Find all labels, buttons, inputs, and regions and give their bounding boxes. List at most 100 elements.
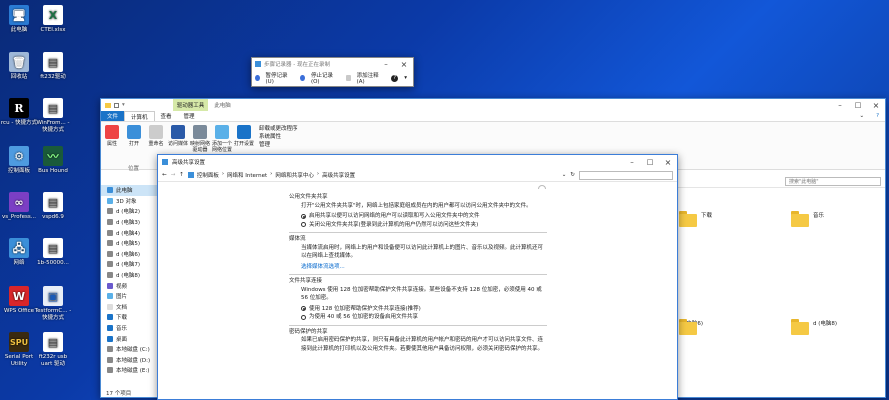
- nav-item-videos[interactable]: 视频: [101, 280, 158, 291]
- file-sharing-section-title: 文件共享连接: [289, 278, 323, 284]
- ribbon-properties-button[interactable]: 属性: [101, 125, 123, 169]
- nav-item-music[interactable]: 音乐: [101, 323, 158, 334]
- back-arrow-icon[interactable]: ←: [162, 172, 167, 178]
- desktop-icon-testformc[interactable]: ▣ TestformC... - 快捷方式: [34, 286, 72, 322]
- button-label: 添加注释(A): [356, 73, 379, 85]
- desktop-icon-ft232[interactable]: ▤ ft232驱动: [34, 52, 72, 81]
- folder-item-downloads[interactable]: 下载: [679, 211, 712, 227]
- ribbon-collapse-icon[interactable]: ⌄: [853, 113, 870, 119]
- tab-computer[interactable]: 计算机: [124, 111, 155, 121]
- desktop-icon-wps[interactable]: W WPS Office: [0, 286, 38, 315]
- desktop-icon-winfrom[interactable]: ▤ WinFrom... - 快捷方式: [34, 98, 72, 134]
- desktop-icon-vspd[interactable]: ▤ vspd6.9: [34, 192, 72, 221]
- tab-view[interactable]: 查看: [155, 112, 178, 120]
- desktop-icon-control-panel[interactable]: ⚙ 控制面板: [0, 146, 38, 175]
- nav-item-network-drive[interactable]: d (电脑8): [101, 270, 158, 281]
- breadcrumb-sharing-center[interactable]: 网络和共享中心: [275, 171, 314, 179]
- search-input[interactable]: [579, 170, 673, 180]
- desktop-icon-recycle-bin[interactable]: 🗑 回收站: [0, 52, 38, 81]
- maximize-button[interactable]: □: [849, 99, 867, 111]
- radio-unselected-icon: [301, 222, 306, 228]
- nav-item-downloads[interactable]: 下载: [101, 312, 158, 323]
- encryption-40-56-radio[interactable]: 为使用 40 或 56 位加密的设备启用文件共享: [289, 313, 547, 322]
- nav-item-network-drive[interactable]: d (电脑3): [101, 217, 158, 228]
- desktop-icon-ft232r[interactable]: ▤ ft232r usb uart 驱动: [34, 332, 72, 368]
- desktop-icon-vs-professional[interactable]: ∞ vs_Profess...: [0, 192, 38, 221]
- network-drive-icon: [107, 208, 113, 215]
- close-button[interactable]: ×: [867, 99, 885, 111]
- desktop-icon-rcu[interactable]: R rcu - 快捷方式: [0, 98, 38, 127]
- close-button[interactable]: ×: [659, 155, 677, 169]
- network-drive-icon: [107, 240, 113, 247]
- encryption-128-radio[interactable]: 使用 128 位加密帮助保护文件共享连接(推荐): [289, 305, 547, 314]
- add-comment-button[interactable]: 添加注释(A): [346, 71, 385, 85]
- ribbon-system-properties-link[interactable]: 系统属性: [259, 133, 298, 141]
- nav-label: d (电脑3): [116, 220, 141, 227]
- forward-arrow-icon[interactable]: →: [171, 172, 176, 178]
- media-streaming-options-link[interactable]: 选择媒体流选项...: [289, 263, 547, 272]
- nav-label: d (电脑2): [116, 209, 141, 216]
- help-button[interactable]: ? ▾: [391, 74, 407, 82]
- dropdown-chevron-icon[interactable]: ⌄: [562, 172, 567, 178]
- ribbon-label: 打开设置: [233, 141, 254, 147]
- ribbon-open-button[interactable]: 打开: [123, 125, 145, 169]
- desktop-icon-label: ft232驱动: [40, 74, 66, 80]
- nav-item-network-drive[interactable]: d (电脑7): [101, 259, 158, 270]
- maximize-button[interactable]: □: [641, 155, 659, 169]
- folder-item-d-pc6[interactable]: d (电脑6): [679, 319, 703, 335]
- desktop-icon-1b-50000[interactable]: ▤ 1b-50000...: [34, 238, 72, 267]
- radio-selected-icon: [301, 306, 306, 312]
- desktop-icon: [107, 335, 113, 342]
- tab-file[interactable]: 文件: [101, 111, 125, 121]
- minimize-button[interactable]: –: [831, 99, 849, 111]
- ribbon-manage-link[interactable]: 管理: [259, 141, 298, 149]
- nav-item-drive-e[interactable]: 本地磁盘 (E:): [101, 365, 158, 376]
- pause-record-button[interactable]: 暂停记录(U): [255, 71, 294, 85]
- drive-tools-tab[interactable]: 驱动器工具: [172, 99, 209, 111]
- nav-item-this-pc[interactable]: 此电脑: [101, 185, 158, 196]
- search-box[interactable]: 搜索"此电脑": [785, 176, 881, 186]
- nav-item-3d-objects[interactable]: 3D 对象: [101, 196, 158, 207]
- nav-item-network-drive[interactable]: d (电脑2): [101, 206, 158, 217]
- nav-label: 此电脑: [116, 188, 133, 195]
- desktop-icon-network[interactable]: 🖧 网络: [0, 238, 38, 267]
- minimize-button[interactable]: –: [377, 58, 395, 70]
- nav-item-network-drive[interactable]: d (电脑5): [101, 238, 158, 249]
- radio-label: 关闭公用文件夹共享(登录到此计算机的用户仍然可以访问这些文件夹): [309, 221, 479, 228]
- desktop-icon-bus-hound[interactable]: 〰 Bus Hound: [34, 146, 72, 175]
- network-drive-icon: [193, 125, 207, 139]
- stop-record-button[interactable]: 停止记录(O): [300, 71, 340, 85]
- nav-item-network-drive[interactable]: d (电脑4): [101, 227, 158, 238]
- folder-item-music[interactable]: 音乐: [791, 211, 824, 227]
- nav-item-network-drive[interactable]: d (电脑6): [101, 249, 158, 260]
- password-sharing-description: 如果已启用密码保护的共享，则只有具备此计算机的用户帐户和密码的用户才可以访问共享…: [301, 337, 544, 352]
- quick-access-dropdown-icon[interactable]: ▾: [122, 102, 125, 108]
- desktop-icon-label: 控制面板: [7, 168, 30, 174]
- breadcrumb-control-panel[interactable]: 控制面板: [197, 171, 219, 179]
- control-panel-icon: [187, 172, 194, 178]
- desktop-icon-this-pc[interactable]: 🖥 此电脑: [0, 5, 38, 34]
- tab-manage[interactable]: 管理: [178, 112, 201, 120]
- breadcrumb-network[interactable]: 网络和 Internet: [227, 171, 267, 179]
- close-button[interactable]: ×: [395, 58, 413, 70]
- refresh-icon[interactable]: ↻: [570, 172, 575, 178]
- breadcrumb-advanced-sharing[interactable]: 高级共享设置: [322, 171, 355, 179]
- nav-item-pictures[interactable]: 图片: [101, 291, 158, 302]
- nav-item-drive-d[interactable]: 本地磁盘 (D:): [101, 355, 158, 366]
- desktop-icon-serial-port[interactable]: SPU Serial Port Utility: [0, 332, 38, 368]
- nav-item-desktop[interactable]: 桌面: [101, 333, 158, 344]
- nav-item-drive-c[interactable]: 本地磁盘 (C:): [101, 344, 158, 355]
- save-icon[interactable]: [114, 102, 119, 108]
- folder-item-d-pc8[interactable]: d (电脑8): [791, 319, 837, 335]
- up-arrow-icon[interactable]: ↑: [179, 172, 184, 178]
- desktop-icon-ctei[interactable]: X CTEI.xlsx: [34, 5, 72, 34]
- help-icon[interactable]: ?: [870, 113, 885, 119]
- explorer-titlebar: ▾ 驱动器工具 此电脑 – □ ×: [101, 99, 885, 111]
- ribbon-uninstall-link[interactable]: 卸载或更改程序: [259, 125, 298, 133]
- download-icon: [107, 314, 113, 321]
- section-divider: [289, 232, 547, 233]
- nav-item-documents[interactable]: 文档: [101, 302, 158, 313]
- public-folder-on-radio[interactable]: 启用共享以便可以访问网络的用户可以读取和写入公用文件夹中的文件: [289, 212, 547, 221]
- minimize-button[interactable]: –: [623, 155, 641, 169]
- public-folder-off-radio[interactable]: 关闭公用文件夹共享(登录到此计算机的用户仍然可以访问这些文件夹): [289, 221, 547, 230]
